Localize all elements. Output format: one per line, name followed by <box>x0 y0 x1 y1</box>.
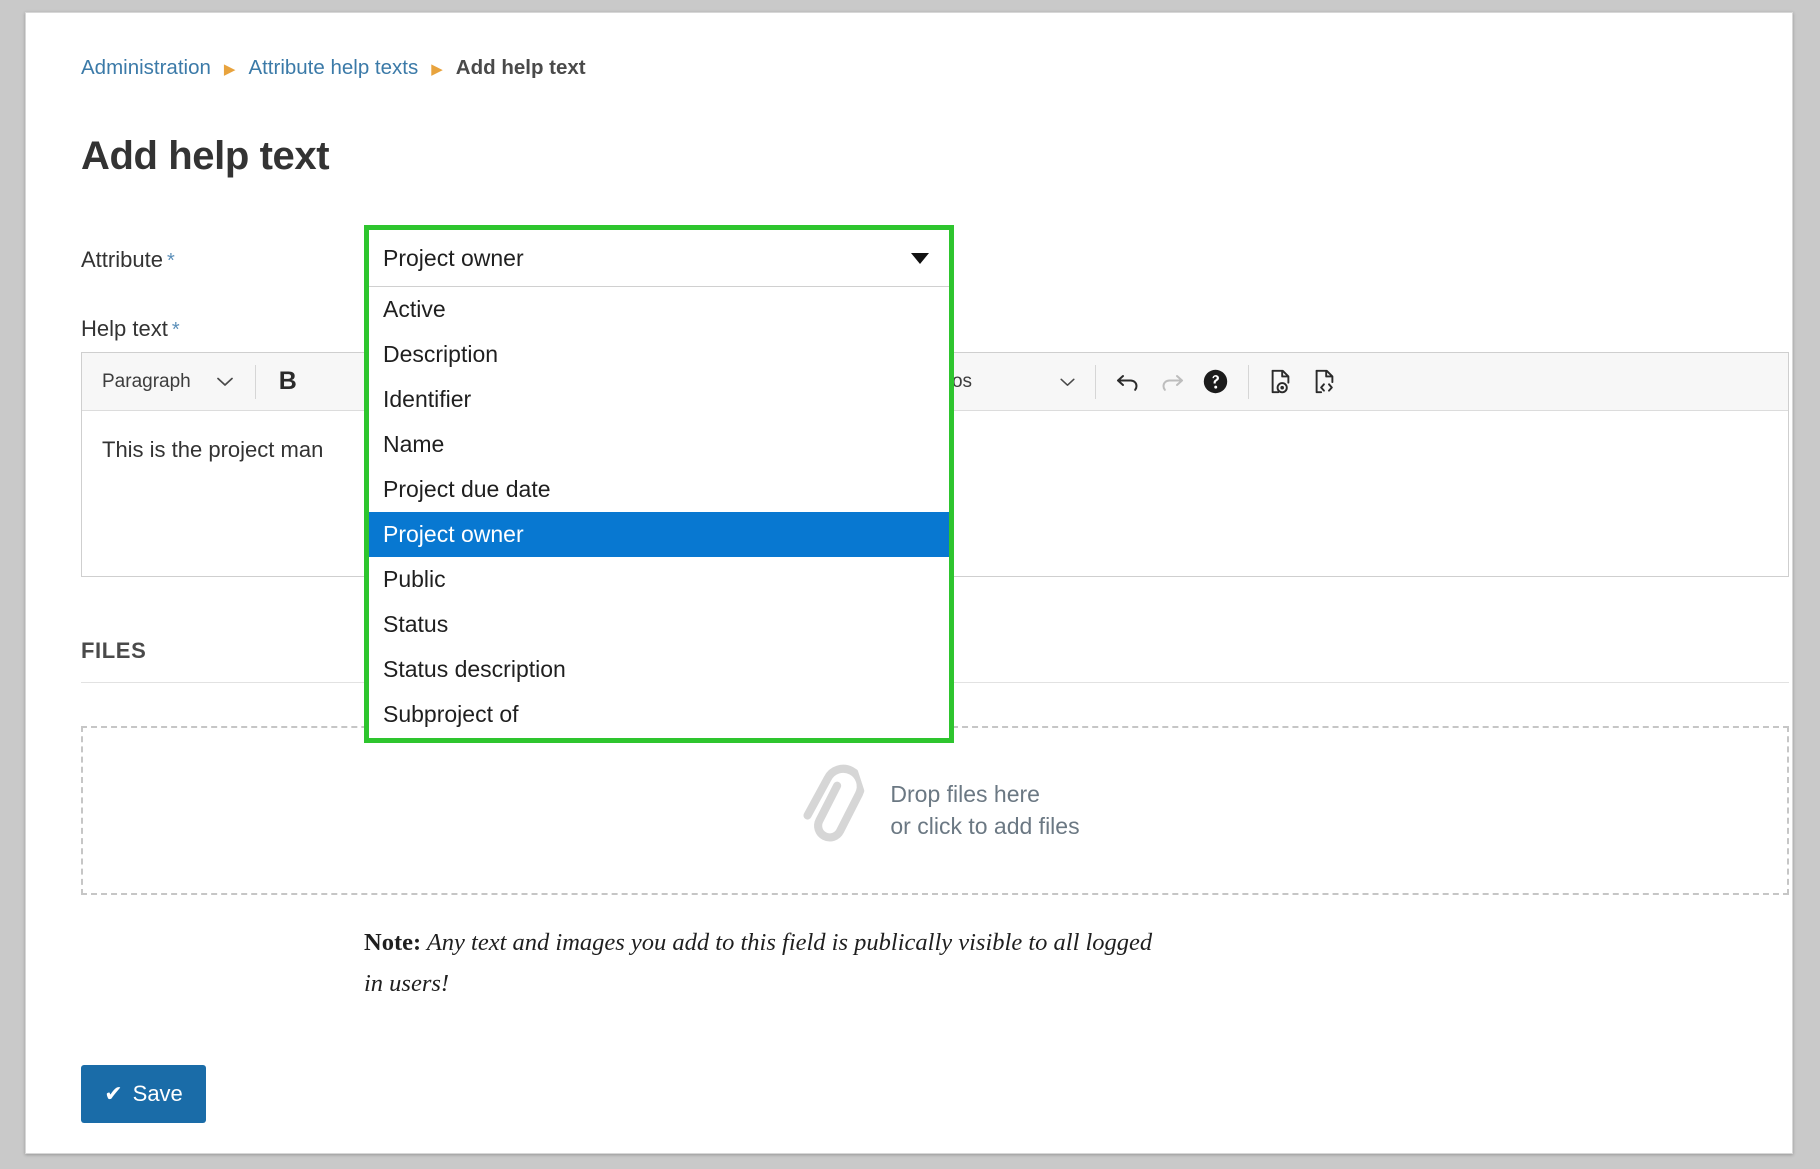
help-text-field-label: Help text* <box>81 316 180 342</box>
check-icon: ✔ <box>104 1083 122 1105</box>
page-card: Administration ▶ Attribute help texts ▶ … <box>25 12 1793 1154</box>
attribute-option-project-due-date[interactable]: Project due date <box>369 467 949 512</box>
required-marker: * <box>167 250 175 272</box>
attribute-select-highlight: Project owner ActiveDescriptionIdentifie… <box>364 225 954 743</box>
note-prefix: Note: <box>364 929 421 956</box>
attribute-select-value: Project owner <box>383 245 911 272</box>
required-marker: * <box>172 319 180 341</box>
help-icon[interactable] <box>1194 360 1238 404</box>
file-dropzone[interactable]: Drop files here or click to add files <box>81 726 1789 895</box>
page-title: Add help text <box>81 134 329 179</box>
breadcrumb-item-administration[interactable]: Administration <box>81 56 211 80</box>
redo-icon[interactable] <box>1150 360 1194 404</box>
help-text-label-text: Help text <box>81 316 168 341</box>
breadcrumb-separator-icon: ▶ <box>224 62 236 77</box>
toolbar-divider <box>1095 365 1096 399</box>
breadcrumb-item-add-help-text: Add help text <box>456 56 586 80</box>
note-text: Note: Any text and images you add to thi… <box>364 923 1164 1004</box>
undo-icon[interactable] <box>1106 360 1150 404</box>
chevron-down-icon <box>217 372 233 392</box>
files-section-heading: FILES <box>81 638 146 664</box>
breadcrumb-item-attribute-help-texts[interactable]: Attribute help texts <box>248 56 418 80</box>
paperclip-icon <box>790 769 868 852</box>
chevron-down-icon <box>911 253 929 264</box>
save-button[interactable]: ✔ Save <box>81 1065 206 1123</box>
dropzone-text: Drop files here or click to add files <box>890 779 1079 842</box>
paragraph-style-select[interactable]: Paragraph <box>90 362 245 402</box>
attribute-option-name[interactable]: Name <box>369 422 949 467</box>
attribute-option-identifier[interactable]: Identifier <box>369 377 949 422</box>
breadcrumb-separator-icon: ▶ <box>431 62 443 77</box>
dropzone-line-1: Drop files here <box>890 779 1079 811</box>
note-body: Any text and images you add to this fiel… <box>364 929 1152 997</box>
toolbar-divider <box>255 365 256 399</box>
attribute-label-text: Attribute <box>81 247 163 272</box>
paragraph-style-value: Paragraph <box>102 371 191 393</box>
save-button-label: Save <box>133 1081 183 1107</box>
dropzone-line-2: or click to add files <box>890 811 1079 843</box>
attribute-field-label: Attribute* <box>81 247 175 273</box>
bold-button[interactable]: B <box>266 360 310 404</box>
attribute-option-subproject-of[interactable]: Subproject of <box>369 692 949 737</box>
attribute-option-list: ActiveDescriptionIdentifierNameProject d… <box>369 287 949 737</box>
attribute-option-status-description[interactable]: Status description <box>369 647 949 692</box>
breadcrumb: Administration ▶ Attribute help texts ▶ … <box>81 56 586 80</box>
preview-icon[interactable] <box>1259 360 1303 404</box>
source-code-icon[interactable] <box>1303 360 1347 404</box>
attribute-option-public[interactable]: Public <box>369 557 949 602</box>
chevron-down-icon <box>1060 371 1075 393</box>
attribute-option-active[interactable]: Active <box>369 287 949 332</box>
attribute-select[interactable]: Project owner <box>369 230 949 287</box>
screenshot-root: Administration ▶ Attribute help texts ▶ … <box>0 0 1820 1169</box>
toolbar-divider <box>1248 365 1249 399</box>
attribute-option-status[interactable]: Status <box>369 602 949 647</box>
attribute-option-project-owner[interactable]: Project owner <box>369 512 949 557</box>
attribute-option-description[interactable]: Description <box>369 332 949 377</box>
